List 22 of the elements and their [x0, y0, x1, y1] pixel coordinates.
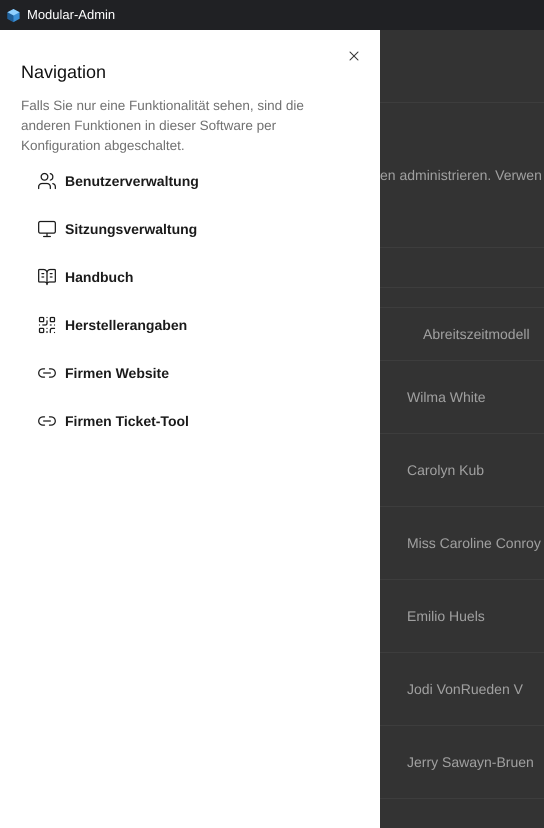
table-cell-text: Jerry Sawayn-Bruen — [407, 752, 534, 772]
column-header: Abreitszeitmodell — [423, 324, 530, 344]
nav-link[interactable]: Herstellerangaben — [37, 313, 188, 337]
nav-link[interactable]: Firmen Website — [37, 361, 169, 385]
cube-logo-icon — [6, 8, 21, 22]
table-cell-text: Wilma White — [407, 388, 486, 406]
page-intro-text: en administrieren. Verwen — [380, 166, 542, 184]
nav-link[interactable]: Sitzungsverwaltung — [37, 217, 198, 241]
table-cell-text: Emilio Huels — [407, 606, 485, 626]
drawer-title: Navigation — [21, 61, 108, 84]
table-cell-text: Miss Caroline Conroy — [407, 534, 541, 553]
nav-link[interactable]: Firmen Ticket-Tool — [37, 409, 189, 433]
monitor-icon — [37, 219, 57, 239]
table-cell-text: Jodi VonRueden V — [407, 680, 523, 698]
qr-code-icon — [37, 315, 57, 335]
drawer-description: Falls Sie nur eine Funktionalität sehen, sind die anderen Funktionen in dieser Software per Konfiguration abgeschaltet. — [21, 97, 305, 155]
book-icon — [37, 267, 57, 287]
window-title: Modular-Admin — [27, 6, 116, 24]
users-icon — [37, 171, 57, 191]
nav-link[interactable]: Benutzerverwaltung — [37, 169, 199, 193]
nav-link[interactable]: Handbuch — [37, 265, 134, 289]
table-cell-text: Carolyn Kub — [407, 460, 484, 480]
